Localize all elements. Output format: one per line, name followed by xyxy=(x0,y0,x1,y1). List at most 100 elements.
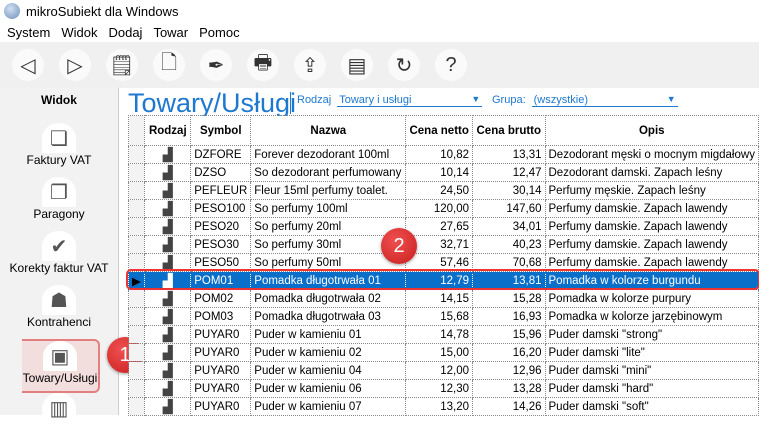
opis-cell: Pomadka w kolorze purpury xyxy=(544,289,759,308)
opis-cell: Perfumy damskie. Zapach lawendy xyxy=(544,217,759,236)
toolbar: ◁ ▷ 🗒 🗋 ✒ 🖶 ⇪ ▤ ↻? xyxy=(0,42,759,88)
sidebar-item-towary-us-ugi[interactable]: ▣ Towary/Usługi xyxy=(22,339,100,393)
table-row[interactable]: ▟ PUYAR0 Puder w kamieniu 06 12,30 13,28 Pude… xyxy=(127,379,759,398)
row-indicator xyxy=(127,289,146,308)
cena-netto-cell: 14,15 xyxy=(405,289,474,308)
column-header-rodzaj[interactable]: Rodzaj xyxy=(144,115,192,146)
column-header-symbol[interactable]: Symbol xyxy=(190,115,252,146)
nazwa-cell: Puder w kamieniu 04 xyxy=(250,361,407,380)
table-row[interactable]: ▶ ▟ POM01 Pomadka długotrwała 01 12,79 13,81 P… xyxy=(127,271,759,290)
menu-pomoc[interactable]: Pomoc xyxy=(199,25,239,40)
cena-brutto-cell: 12,96 xyxy=(472,361,546,380)
table-row[interactable]: ▟ PUYAR0 Puder w kamieniu 02 15,00 16,20 Pude… xyxy=(127,343,759,362)
table-row[interactable]: ▟ PUYAR0 Puder w kamieniu 07 13,20 14,26 Pude… xyxy=(127,397,759,416)
pen-button[interactable]: ✒ xyxy=(200,49,232,81)
symbol-cell: PEFLEUR xyxy=(190,181,252,200)
table-row[interactable]: ▟ PESO50 So perfumy 50ml 57,46 70,68 Perfumy … xyxy=(127,253,759,272)
table-row[interactable]: ▟ POM03 Pomadka długotrwała 03 15,68 16,93 Po… xyxy=(127,307,759,326)
products-table: Rodzaj Symbol Nazwa Cena netto Cena brut… xyxy=(127,115,759,416)
sidebar-item-label: Korekty faktur VAT xyxy=(9,261,109,275)
sidebar-item-faktury-vat[interactable]: ❏ Faktury VAT xyxy=(0,123,118,177)
sidebar-item-label: Towary/Usługi xyxy=(22,371,98,385)
grupa-dropdown[interactable]: (wszystkie) ▼ xyxy=(531,94,678,107)
product-type-icon: ▟ xyxy=(144,163,192,182)
column-header-cena-netto[interactable]: Cena netto xyxy=(405,115,474,146)
cena-brutto-cell: 15,96 xyxy=(472,325,546,344)
sidebar-item-korekty-faktur-vat[interactable]: ✔ Korekty faktur VAT xyxy=(0,231,118,285)
opis-cell: Pomadka w kolorze burgundu xyxy=(544,271,759,290)
menu-towar[interactable]: Towar xyxy=(153,25,188,40)
row-indicator xyxy=(127,307,146,326)
table-header: Rodzaj Symbol Nazwa Cena netto Cena brut… xyxy=(127,115,759,146)
table-row[interactable]: ▟ PESO20 So perfumy 20ml 27,65 34,01 Perfumy … xyxy=(127,217,759,236)
nazwa-cell: Pomadka długotrwała 02 xyxy=(250,289,407,308)
fiscal-printer-icon: ▤ xyxy=(347,54,367,77)
document-clock-icon: 🗒 xyxy=(109,54,135,77)
document-clock-button[interactable]: 🗒 xyxy=(106,49,138,81)
product-type-icon: ▟ xyxy=(144,307,192,326)
refresh-icon: ↻ xyxy=(395,54,413,77)
table-row[interactable]: ▟ DZFORE Forever dezodorant 100ml 10,82 13,3… xyxy=(127,145,759,164)
rodzaj-label: Rodzaj xyxy=(297,94,332,106)
grupa-filter: Grupa: (wszystkie) ▼ xyxy=(492,94,678,107)
opis-cell: Pomadka w kolorze jarzębinowym xyxy=(544,307,759,326)
cena-netto-cell: 15,68 xyxy=(405,307,474,326)
refresh-button[interactable]: ↻ xyxy=(388,49,420,81)
row-indicator xyxy=(127,145,146,164)
back-arrow-button[interactable]: ◁ xyxy=(12,49,44,81)
table-row[interactable]: ▟ PESO100 So perfumy 100ml 120,00 147,60 Perf… xyxy=(127,199,759,218)
nazwa-cell: So perfumy 100ml xyxy=(250,199,407,218)
product-type-icon: ▟ xyxy=(144,217,192,236)
pen-icon: ✒ xyxy=(207,54,225,77)
symbol-cell: POM03 xyxy=(190,307,252,326)
row-indicator xyxy=(127,325,146,344)
product-type-icon: ▟ xyxy=(144,343,192,362)
cena-brutto-cell: 147,60 xyxy=(472,199,546,218)
export-icon: ⇪ xyxy=(301,54,319,77)
product-type-icon: ▟ xyxy=(144,145,192,164)
printer-button[interactable]: 🖶 xyxy=(247,49,279,81)
product-type-icon: ▟ xyxy=(144,325,192,344)
rodzaj-dropdown[interactable]: Towary i usługi ▼ xyxy=(337,94,483,107)
nazwa-cell: Pomadka długotrwała 03 xyxy=(250,307,407,326)
rodzaj-value: Towary i usługi xyxy=(339,94,412,106)
column-header-cena-brutto[interactable]: Cena brutto xyxy=(472,115,546,146)
printer-icon: 🖶 xyxy=(253,52,273,74)
symbol-cell: POM01 xyxy=(190,271,252,290)
menu-dodaj[interactable]: Dodaj xyxy=(108,25,142,40)
table-row[interactable]: ▟ PUYAR0 Puder w kamieniu 01 14,78 15,96 Pude… xyxy=(127,325,759,344)
nazwa-cell: Puder w kamieniu 06 xyxy=(250,379,407,398)
cena-brutto-cell: 34,01 xyxy=(472,217,546,236)
column-header-opis[interactable]: Opis xyxy=(544,115,759,146)
help-button[interactable]: ? xyxy=(435,49,467,81)
menu-widok[interactable]: Widok xyxy=(61,25,97,40)
column-header-nazwa[interactable]: Nazwa xyxy=(250,115,407,146)
forward-arrow-button[interactable]: ▷ xyxy=(59,49,91,81)
sidebar-item-kontrahenci[interactable]: ☗ Kontrahenci xyxy=(0,285,118,339)
new-document-button[interactable]: 🗋 xyxy=(153,49,185,81)
table-row[interactable]: ▟ PEFLEUR Fleur 15ml perfumy toalet. 24,50 3… xyxy=(127,181,759,200)
title-bar: mikroSubiekt dla Windows xyxy=(0,0,759,22)
fiscal-printer-button[interactable]: ▤ xyxy=(341,49,373,81)
export-button[interactable]: ⇪ xyxy=(294,49,326,81)
row-indicator xyxy=(127,343,146,362)
table-row[interactable]: ▟ DZSO So dezodorant perfumowany 10,14 12,47… xyxy=(127,163,759,182)
sidebar-item-more[interactable]: ▥ xyxy=(0,393,118,447)
product-type-icon: ▟ xyxy=(144,397,192,416)
row-indicator xyxy=(127,361,146,380)
new-document-icon: 🗋 xyxy=(160,52,178,74)
opis-cell: Perfumy damskie. Zapach lawendy xyxy=(544,235,759,254)
sidebar-item-icon: ✔ xyxy=(42,231,76,261)
menu-bar: System Widok Dodaj Towar Pomoc xyxy=(0,22,247,42)
menu-system[interactable]: System xyxy=(7,25,50,40)
opis-cell: Perfumy damskie. Zapach lawendy xyxy=(544,199,759,218)
product-type-icon: ▟ xyxy=(144,235,192,254)
table-row[interactable]: ▟ PESO30 So perfumy 30ml 32,71 40,23 Perfumy … xyxy=(127,235,759,254)
row-indicator: ▶ xyxy=(127,271,146,290)
table-row[interactable]: ▟ POM02 Pomadka długotrwała 02 14,15 15,28 Po… xyxy=(127,289,759,308)
table-row[interactable]: ▟ PUYAR0 Puder w kamieniu 04 12,00 12,96 Pude… xyxy=(127,361,759,380)
sidebar-item-paragony[interactable]: ❐ Paragony xyxy=(0,177,118,231)
row-indicator xyxy=(127,163,146,182)
cena-brutto-cell: 13,28 xyxy=(472,379,546,398)
nazwa-cell: Fleur 15ml perfumy toalet. xyxy=(250,181,407,200)
